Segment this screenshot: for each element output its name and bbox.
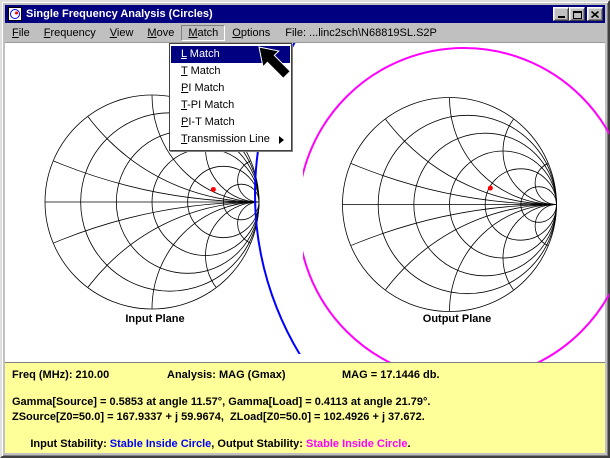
menu-options[interactable]: Options bbox=[225, 25, 277, 41]
minimize-button[interactable] bbox=[553, 7, 569, 21]
menu-move[interactable]: Move bbox=[140, 25, 181, 41]
match-dropdown-menu: L MatchT MatchPI MatchT-PI MatchPI-T Mat… bbox=[169, 43, 292, 151]
freq-readout: Freq (MHz): 210.00 bbox=[12, 369, 109, 381]
submenu-arrow-icon bbox=[279, 136, 284, 144]
output-stability-value: Stable Inside Circle bbox=[306, 438, 407, 450]
input-stability-label: Input Stability: bbox=[30, 438, 109, 450]
input-stability-value: Stable Inside Circle bbox=[110, 438, 211, 450]
maximize-button[interactable] bbox=[569, 7, 585, 21]
mag-readout: MAG = 17.1446 db. bbox=[342, 369, 440, 381]
output-plane-label: Output Plane bbox=[387, 313, 527, 325]
window-title: Single Frequency Analysis (Circles) bbox=[26, 8, 553, 20]
menu-view[interactable]: View bbox=[103, 25, 141, 41]
current-file-label: File: ...linc2sch\N68819SL.S2P bbox=[285, 27, 437, 39]
match-menu-item-t-match[interactable]: T Match bbox=[171, 63, 290, 80]
maximize-icon bbox=[573, 11, 582, 19]
menu-bar-items: FileFrequencyViewMoveMatchOptions bbox=[5, 25, 277, 41]
status-panel: Freq (MHz): 210.00 Analysis: MAG (Gmax) … bbox=[5, 362, 605, 453]
chart-area: Input Plane Output Plane bbox=[5, 43, 605, 367]
menu-frequency[interactable]: Frequency bbox=[37, 25, 103, 41]
gamma-readout: Gamma[Source] = 0.5853 at angle 11.57°, … bbox=[12, 396, 430, 408]
stability-end: . bbox=[407, 438, 410, 450]
analysis-readout: Analysis: MAG (Gmax) bbox=[167, 369, 286, 381]
menu-file[interactable]: File bbox=[5, 25, 37, 41]
app-window: Single Frequency Analysis (Circles) File… bbox=[0, 0, 610, 458]
match-menu-item-pi-t-match[interactable]: PI-T Match bbox=[171, 114, 290, 131]
match-menu-item-t-pi-match[interactable]: T-PI Match bbox=[171, 97, 290, 114]
title-bar[interactable]: Single Frequency Analysis (Circles) bbox=[5, 5, 605, 23]
stability-separator: , Output Stability: bbox=[211, 438, 306, 450]
stability-readout: Input Stability: Stable Inside Circle, O… bbox=[12, 426, 411, 458]
impedance-readout: ZSource[Z0=50.0] = 167.9337 + j 59.9674,… bbox=[12, 411, 425, 423]
minimize-icon bbox=[558, 16, 565, 18]
app-icon bbox=[8, 7, 22, 21]
match-menu-item-l-match[interactable]: L Match bbox=[171, 46, 290, 63]
match-menu-item-pi-match[interactable]: PI Match bbox=[171, 80, 290, 97]
input-plane-label: Input Plane bbox=[85, 313, 225, 325]
menu-bar: FileFrequencyViewMoveMatchOptions File: … bbox=[5, 23, 605, 43]
match-menu-item-transmission-line[interactable]: Transmission Line bbox=[171, 131, 290, 148]
close-button[interactable] bbox=[587, 7, 603, 21]
menu-match[interactable]: Match bbox=[181, 25, 225, 41]
close-icon bbox=[591, 11, 599, 18]
